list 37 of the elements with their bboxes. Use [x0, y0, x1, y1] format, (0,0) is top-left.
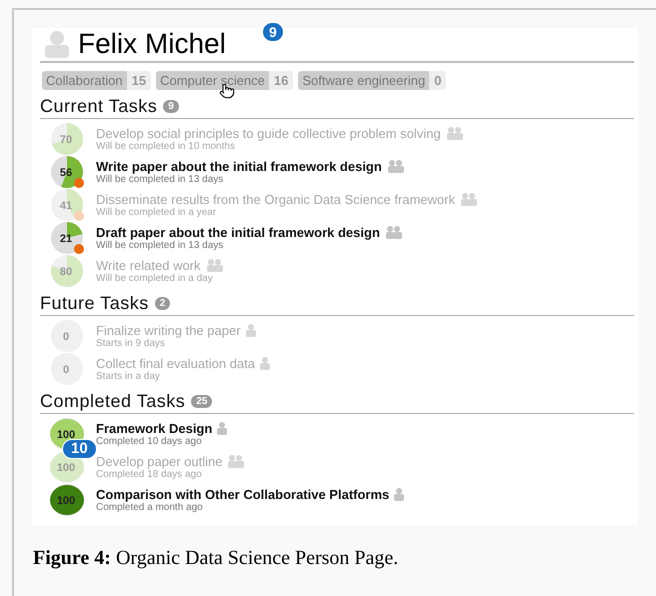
callout-badge: 9 — [262, 22, 284, 42]
task-status: Will be completed in 10 months — [96, 140, 235, 152]
progress-chart: 0 — [50, 352, 86, 386]
task-title[interactable]: Draft paper about the initial framework design — [96, 224, 380, 240]
section-title: Current Tasks — [40, 96, 158, 117]
task-title[interactable]: Comparison with Other Collaborative Platforms — [96, 486, 390, 502]
progress-chart: 70 — [50, 122, 86, 156]
figure-caption: Figure 4: Organic Data Science Person Page. — [33, 547, 400, 570]
task-status: Will be completed in a day — [96, 272, 214, 284]
task-status: Will be completed in a year — [96, 206, 218, 218]
count-badge: 2 — [154, 297, 170, 310]
person-name: Felix Michel — [78, 28, 226, 60]
task-title[interactable]: Develop social principles to guide collective problem solving — [96, 126, 441, 140]
count-badge: 25 — [191, 395, 212, 408]
task-status: Starts in 9 days — [96, 338, 165, 348]
task-status: Completed a month ago — [96, 502, 204, 512]
task-status: Starts in a day — [96, 370, 161, 382]
progress-chart: 0 — [50, 318, 86, 352]
progress-chart: 80 — [50, 254, 86, 288]
task-title[interactable]: Disseminate results from the Organic Data Science framework — [96, 192, 456, 206]
task-status: Completed 10 days ago — [96, 436, 202, 446]
task-status: Will be completed in 13 days — [96, 240, 224, 250]
task-title[interactable]: Write paper about the initial framework design — [96, 158, 382, 174]
count-badge: 9 — [163, 100, 179, 113]
task-status: Will be completed in 13 days — [96, 174, 224, 184]
progress-chart: 100 — [50, 482, 86, 516]
task-title[interactable]: Collect final evaluation data — [96, 356, 255, 370]
progress-chart: 41 — [50, 188, 86, 222]
task-status: Completed 18 days ago — [96, 468, 203, 480]
task-title[interactable]: Framework Design — [96, 420, 212, 436]
task-title[interactable]: Finalize writing the paper — [96, 322, 241, 338]
person-icon — [44, 30, 70, 58]
section-title: Future Tasks — [40, 293, 149, 314]
task-title[interactable]: Develop paper outline — [96, 454, 222, 468]
progress-chart: 21 — [50, 220, 86, 254]
section-title: Completed Tasks — [40, 391, 186, 412]
task-title[interactable]: Write related work — [96, 258, 201, 272]
